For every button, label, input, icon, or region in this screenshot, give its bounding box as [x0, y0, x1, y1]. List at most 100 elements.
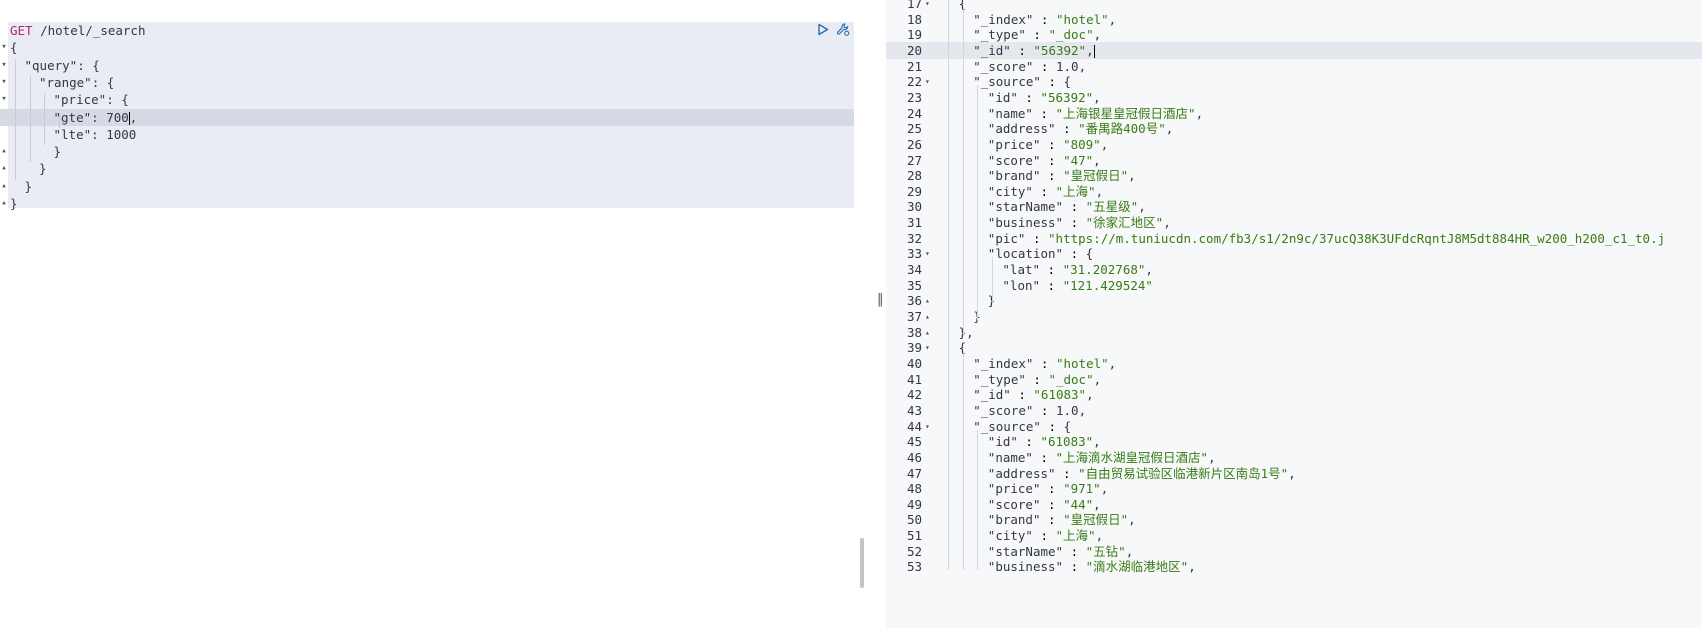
- request-line[interactable]: }: [54, 143, 62, 160]
- request-editor[interactable]: GET /hotel/_search ▾{▾ "query": {▾ "range":…: [0, 0, 876, 628]
- fold-toggle-icon[interactable]: ▾: [925, 73, 935, 90]
- request-line[interactable]: "price": {: [54, 91, 129, 108]
- fold-toggle-icon[interactable]: ▴: [925, 292, 935, 309]
- code-key: "business": [987, 215, 1064, 231]
- code-string-value: "_doc": [1048, 371, 1094, 387]
- line-number: 39: [906, 340, 922, 356]
- fold-toggle-icon[interactable]: ▾: [925, 245, 935, 262]
- response-line: "id" : "56392",: [987, 89, 1101, 105]
- fold-toggle-icon[interactable]: ▾: [925, 0, 935, 12]
- code-key: "score": [987, 496, 1041, 512]
- code-key: "city": [987, 183, 1033, 199]
- code-string-value: "五星级": [1085, 199, 1139, 215]
- code-punct: ,: [1093, 434, 1101, 450]
- code-punct: ,: [1128, 512, 1136, 528]
- code-string-value: "hotel": [1055, 11, 1109, 27]
- code-key: "name": [987, 105, 1033, 121]
- code-string-value: "971": [1063, 481, 1101, 497]
- code-punct: ,: [1108, 355, 1117, 371]
- code-punct: ,: [1208, 449, 1216, 465]
- request-line[interactable]: "query": {: [25, 57, 100, 74]
- line-number: 21: [906, 58, 922, 74]
- fold-toggle-icon[interactable]: ▴: [0, 195, 8, 212]
- resize-handle-icon[interactable]: ‖: [877, 292, 884, 307]
- response-line: "_score" : 1.0,: [973, 58, 1087, 74]
- fold-toggle-icon[interactable]: ▾: [0, 57, 8, 74]
- response-line: "_index" : "hotel",: [973, 11, 1117, 27]
- request-line[interactable]: "range": {: [39, 74, 114, 91]
- response-line: "address" : "自由贸易试验区临港新片区南岛1号",: [987, 465, 1296, 481]
- request-method[interactable]: GET: [10, 23, 33, 38]
- request-line[interactable]: {: [10, 39, 18, 56]
- fold-toggle-icon[interactable]: ▴: [0, 160, 8, 177]
- fold-toggle-icon[interactable]: ▴: [925, 308, 935, 325]
- code-key: "score": [987, 152, 1041, 168]
- fold-toggle-icon[interactable]: ▴: [0, 143, 8, 160]
- code-key: "_type": [973, 371, 1026, 387]
- fold-toggle-icon[interactable]: ▾: [0, 39, 8, 56]
- pane-divider[interactable]: ‖: [876, 0, 886, 628]
- indent-guide: [991, 257, 993, 305]
- response-line: "_score" : 1.0,: [973, 402, 1087, 418]
- fold-toggle-icon[interactable]: ▾: [0, 91, 8, 108]
- code-punct: ,: [1163, 215, 1171, 231]
- wrench-icon[interactable]: [836, 22, 850, 36]
- code-key: "pic": [987, 230, 1026, 246]
- code-punct: ,: [1086, 387, 1094, 403]
- code-key: "price": [53, 92, 107, 108]
- code-punct: ,: [1288, 465, 1296, 481]
- code-punct: ,: [1100, 481, 1109, 497]
- code-key: "price": [987, 481, 1041, 497]
- line-number: 25: [906, 121, 922, 137]
- line-number: 24: [906, 105, 922, 121]
- fold-toggle-icon[interactable]: ▴: [0, 178, 8, 195]
- play-icon[interactable]: [816, 22, 830, 36]
- code-value: : 1000: [91, 126, 137, 142]
- code-punct: {: [10, 40, 18, 56]
- response-line: "_type" : "_doc",: [973, 27, 1102, 43]
- code-punct: ,: [1128, 168, 1136, 184]
- response-line: "pic" : "https://m.tuniucdn.com/fb3/s1/2…: [987, 230, 1666, 246]
- line-number: 30: [906, 199, 922, 215]
- code-punct: ,: [1093, 496, 1101, 512]
- fold-toggle-icon[interactable]: ▴: [925, 324, 935, 341]
- fold-toggle-icon[interactable]: ▾: [925, 339, 935, 356]
- code-punct: ,: [1093, 152, 1101, 168]
- code-key: "_id": [973, 42, 1011, 58]
- code-punct: }: [53, 144, 62, 160]
- line-number: 45: [906, 434, 922, 450]
- response-line: "lat" : "31.202768",: [1002, 262, 1153, 278]
- indent-guide: [977, 429, 979, 571]
- code-key: "city": [987, 528, 1033, 544]
- request-line[interactable]: "gte": 700,: [54, 109, 137, 126]
- line-number: 48: [906, 481, 922, 497]
- code-string-value: "上海滴水湖皇冠假日酒店": [1055, 449, 1209, 465]
- code-number-value: 1.0: [1055, 58, 1079, 74]
- request-line[interactable]: }: [39, 160, 47, 177]
- scrollbar-thumb[interactable]: [860, 538, 864, 588]
- request-header-line[interactable]: GET /hotel/_search: [10, 22, 145, 39]
- code-punct: ,: [1086, 42, 1094, 58]
- code-key: "price": [987, 136, 1041, 152]
- fold-toggle-icon[interactable]: ▾: [925, 418, 935, 435]
- code-punct: ,: [1093, 89, 1101, 105]
- code-key: "_index": [973, 11, 1034, 27]
- line-number: 49: [906, 496, 922, 512]
- code-key: "id": [987, 434, 1018, 450]
- response-line: "starName" : "五钻",: [987, 543, 1134, 559]
- request-line[interactable]: }: [25, 178, 33, 195]
- response-line: "business" : "滴水湖临港地区",: [987, 559, 1196, 575]
- request-line[interactable]: }: [10, 195, 18, 212]
- request-path[interactable]: /hotel/_search: [40, 23, 145, 38]
- line-number: 51: [906, 528, 922, 544]
- line-number: 52: [906, 543, 922, 559]
- code-key: "brand": [987, 512, 1041, 528]
- request-line[interactable]: "lte": 1000: [54, 126, 137, 143]
- response-viewer[interactable]: 17 ▾{18 "_index" : "hotel", 19 "_type" : "_d…: [886, 0, 1702, 628]
- line-number: 53: [906, 559, 922, 575]
- line-number: 33: [906, 246, 922, 262]
- fold-toggle-icon[interactable]: ▾: [0, 74, 8, 91]
- code-key: "business": [987, 559, 1064, 575]
- code-string-value: "61083": [1040, 434, 1094, 450]
- response-line: "price" : "809",: [987, 136, 1109, 152]
